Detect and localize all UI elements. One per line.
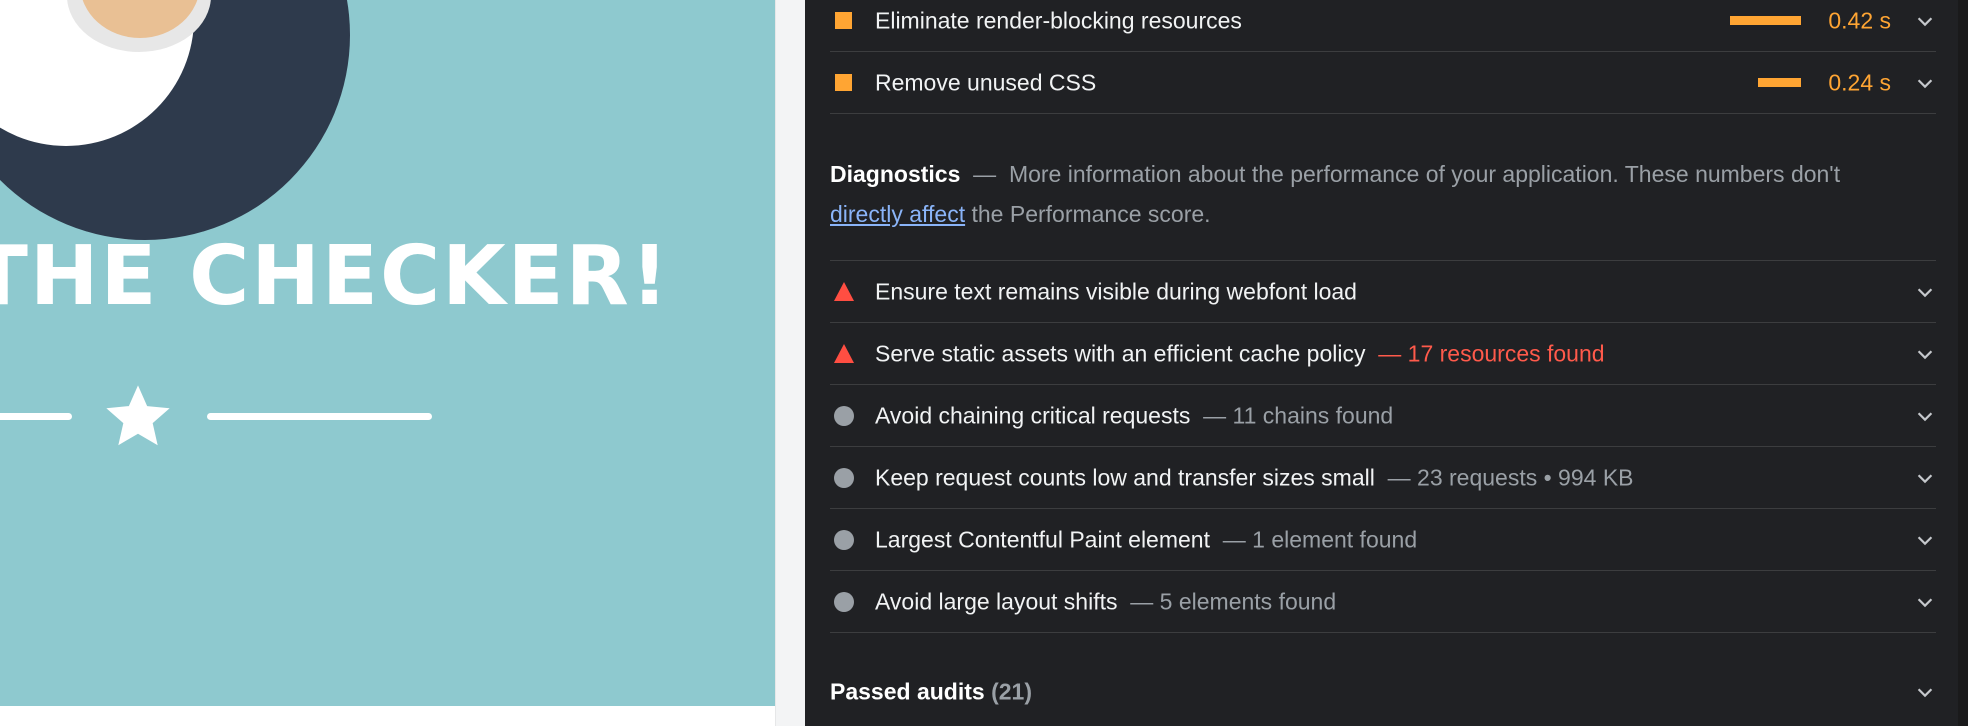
chevron-down-icon[interactable]	[1914, 10, 1936, 32]
scrollbar-track[interactable]	[1958, 0, 1968, 726]
passed-audits-toggle[interactable]: Passed audits (21)	[830, 666, 1936, 718]
chevron-down-icon[interactable]	[1914, 281, 1936, 303]
site-preview: THE CHECKER!	[0, 0, 775, 706]
chevron-down-icon[interactable]	[1914, 467, 1936, 489]
info-circle-icon	[834, 467, 854, 488]
audit-label: Serve static assets with an efficient ca…	[875, 340, 1605, 366]
info-circle-icon	[834, 591, 854, 612]
audit-label: Avoid chaining critical requests — 11 ch…	[875, 402, 1394, 428]
savings-bar	[1730, 15, 1801, 25]
diagnostics-title: Diagnostics	[830, 161, 961, 187]
preview-headline: THE CHECKER!	[0, 229, 671, 324]
passed-audits-count: (21)	[991, 678, 1032, 705]
fail-triangle-icon	[834, 343, 854, 363]
audit-row-layout-shifts[interactable]: Avoid large layout shifts — 5 elements f…	[830, 571, 1936, 633]
audit-row-unused-css[interactable]: Remove unused CSS 0.24 s	[830, 52, 1936, 114]
audit-detail: — 1 element found	[1222, 526, 1418, 552]
average-square-icon	[835, 11, 852, 29]
audit-detail: — 23 requests • 994 KB	[1387, 464, 1634, 490]
divider-line-left	[0, 413, 72, 420]
lighthouse-report-panel: Eliminate render-blocking resources 0.42…	[805, 0, 1968, 726]
average-square-icon	[835, 73, 852, 91]
audit-row-lcp-element[interactable]: Largest Contentful Paint element — 1 ele…	[830, 509, 1936, 571]
diagnostics-text: More information about the performance o…	[1008, 161, 1841, 187]
audit-label: Largest Contentful Paint element — 1 ele…	[875, 526, 1418, 552]
savings-value: 0.42 s	[1828, 7, 1891, 33]
chevron-down-icon[interactable]	[1914, 591, 1936, 613]
chevron-down-icon[interactable]	[1914, 681, 1936, 703]
preview-footer	[0, 706, 775, 726]
fail-triangle-icon	[834, 281, 854, 301]
panel-gutter	[775, 0, 805, 726]
star-icon	[106, 385, 170, 446]
chevron-down-icon[interactable]	[1914, 529, 1936, 551]
audit-detail: — 5 elements found	[1130, 588, 1337, 614]
audit-label: Avoid large layout shifts — 5 elements f…	[875, 588, 1337, 614]
savings-value: 0.24 s	[1828, 69, 1891, 95]
passed-audits-label: Passed audits (21)	[830, 678, 1032, 705]
diagnostics-dash: —	[973, 161, 997, 187]
info-circle-icon	[834, 529, 854, 550]
audit-detail: — 11 chains found	[1203, 402, 1394, 428]
audit-label: Ensure text remains visible during webfo…	[875, 278, 1357, 304]
chevron-down-icon[interactable]	[1914, 343, 1936, 365]
audit-row-critical-requests[interactable]: Avoid chaining critical requests — 11 ch…	[830, 385, 1936, 447]
audit-row-request-counts[interactable]: Keep request counts low and transfer siz…	[830, 447, 1936, 509]
audit-detail: — 17 resources found	[1378, 340, 1605, 366]
audit-label: Eliminate render-blocking resources	[875, 7, 1242, 33]
chevron-down-icon[interactable]	[1914, 405, 1936, 427]
audit-label: Remove unused CSS	[875, 69, 1097, 95]
diagnostics-description: Diagnostics — More information about the…	[830, 154, 1890, 234]
audit-row-render-blocking[interactable]: Eliminate render-blocking resources 0.42…	[830, 0, 1936, 52]
audit-label: Keep request counts low and transfer siz…	[875, 464, 1634, 490]
savings-bar	[1758, 77, 1801, 87]
directly-affect-link[interactable]: directly affect	[830, 201, 965, 227]
info-circle-icon	[834, 405, 854, 426]
divider-line-right	[207, 413, 432, 420]
diagnostics-text-end: the Performance score.	[965, 201, 1211, 227]
audit-row-cache-policy[interactable]: Serve static assets with an efficient ca…	[830, 323, 1936, 385]
audit-row-font-display[interactable]: Ensure text remains visible during webfo…	[830, 261, 1936, 323]
chevron-down-icon[interactable]	[1914, 72, 1936, 94]
